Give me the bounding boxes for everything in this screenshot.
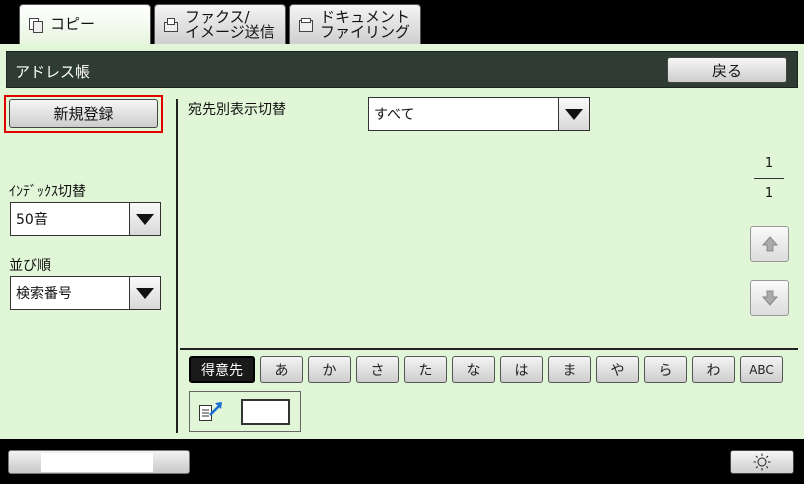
copy-icon <box>29 17 43 33</box>
tab-document-filing-label: ドキュメント ファイリング <box>320 7 411 41</box>
brightness-icon <box>753 453 771 471</box>
chevron-down-icon <box>129 277 160 309</box>
index-switch-value: 50音 <box>16 212 48 228</box>
index-tab-ha[interactable]: は <box>500 356 543 383</box>
chevron-down-icon <box>129 203 160 235</box>
sidebar-divider <box>176 99 178 433</box>
index-tab-customer[interactable]: 得意先 <box>189 356 255 383</box>
tab-copy[interactable]: コピー <box>19 4 151 44</box>
arrow-up-icon <box>761 236 778 252</box>
chevron-down-icon <box>558 98 589 130</box>
tab-copy-label: コピー <box>50 15 96 33</box>
address-list <box>180 140 740 340</box>
index-divider <box>180 348 798 350</box>
document-filing-icon <box>299 17 313 32</box>
page-current: 1 <box>764 156 774 171</box>
index-switch-select[interactable]: 50音 <box>10 202 161 236</box>
direct-entry-input[interactable] <box>241 399 290 425</box>
index-tab-ya[interactable]: や <box>596 356 639 383</box>
index-tab-ta[interactable]: た <box>404 356 447 383</box>
filter-label: 宛先別表示切替 <box>188 102 286 118</box>
index-switch-label: ｲﾝﾃﾞｯｸｽ切替 <box>9 184 86 200</box>
sort-order-value: 検索番号 <box>16 286 72 302</box>
tab-fax-label: ファクス/ イメージ送信 <box>185 7 275 41</box>
index-tab-a[interactable]: あ <box>260 356 303 383</box>
sort-order-select[interactable]: 検索番号 <box>10 276 161 310</box>
direct-entry-box <box>189 391 301 432</box>
tab-fax-image-send[interactable]: ファクス/ イメージ送信 <box>154 4 286 44</box>
page-title: アドレス帳 <box>15 63 91 81</box>
index-tab-abc[interactable]: ABC <box>740 356 783 383</box>
scroll-down-button[interactable] <box>750 280 789 316</box>
index-tab-wa[interactable]: わ <box>692 356 735 383</box>
status-bar <box>8 450 190 474</box>
brightness-button[interactable] <box>730 450 794 474</box>
filter-value: すべて <box>374 107 415 123</box>
index-tab-na[interactable]: な <box>452 356 495 383</box>
arrow-down-icon <box>761 290 778 306</box>
tab-document-filing[interactable]: ドキュメント ファイリング <box>289 4 421 44</box>
status-display <box>41 453 153 472</box>
page-divider <box>754 178 784 179</box>
index-tab-ma[interactable]: ま <box>548 356 591 383</box>
filter-select[interactable]: すべて <box>368 97 590 131</box>
sort-order-label: 並び順 <box>9 258 51 274</box>
direct-address-entry-icon[interactable] <box>198 401 224 423</box>
index-tab-ra[interactable]: ら <box>644 356 687 383</box>
page-total: 1 <box>764 186 774 201</box>
back-button[interactable]: 戻る <box>667 57 787 83</box>
scroll-up-button[interactable] <box>750 226 789 262</box>
index-tab-ka[interactable]: か <box>308 356 351 383</box>
index-tab-sa[interactable]: さ <box>356 356 399 383</box>
fax-icon <box>164 17 178 32</box>
new-register-button[interactable]: 新規登録 <box>9 99 158 128</box>
